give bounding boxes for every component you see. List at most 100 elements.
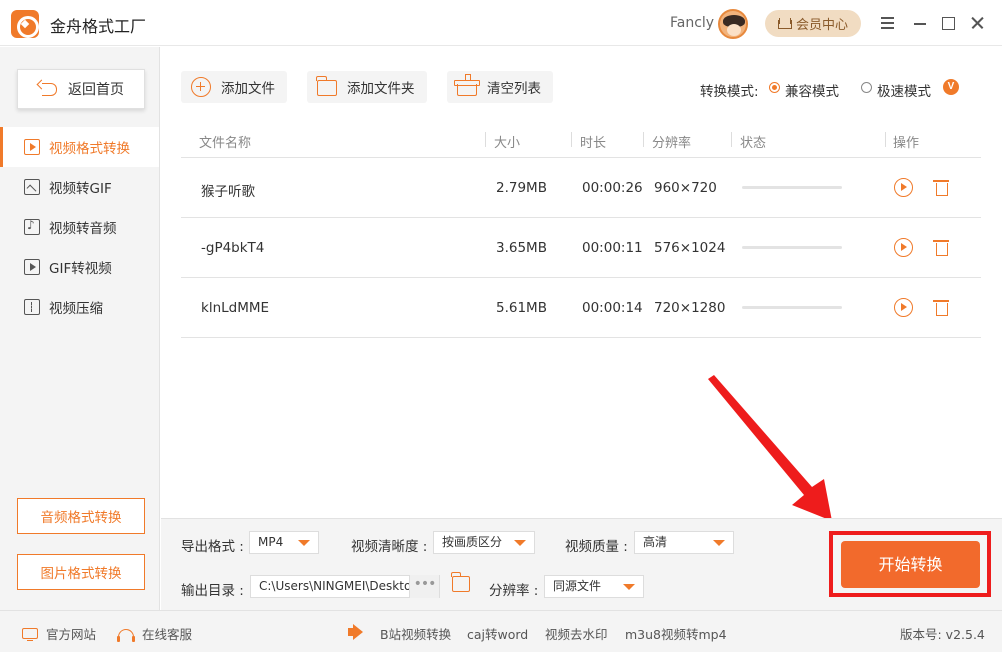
minimize-icon[interactable] (910, 13, 930, 33)
annotation-arrow (708, 375, 832, 521)
crown-icon (777, 18, 792, 30)
official-website-label: 官方网站 (46, 627, 97, 642)
clear-list-button[interactable]: 清空列表 (447, 71, 553, 103)
user-name[interactable]: Fancly (670, 15, 714, 31)
column-header-name: 文件名称 (199, 136, 252, 151)
megaphone-icon (346, 624, 366, 640)
vip-center-button[interactable]: 会员中心 (765, 10, 861, 37)
compat-mode-radio[interactable] (769, 82, 780, 93)
quality-select[interactable]: 高清 (634, 531, 734, 554)
column-divider (571, 132, 572, 147)
sidebar-item-label: 视频转GIF (49, 181, 112, 197)
headset-icon (117, 628, 135, 642)
version-label: 版本号: v2.5.4 (900, 627, 985, 642)
column-header-duration: 时长 (580, 136, 607, 151)
progress-bar (742, 246, 842, 249)
chevron-down-icon (514, 540, 526, 546)
promo-horn (346, 624, 366, 640)
format-value: MP4 (258, 535, 284, 549)
sidebar-item-video-to-audio[interactable]: 视频转音频 (0, 207, 159, 247)
browse-button[interactable]: ••• (409, 575, 439, 598)
file-duration: 00:00:11 (582, 240, 643, 256)
trash-icon[interactable] (933, 239, 950, 256)
file-name: -gP4bkT4 (201, 240, 265, 256)
chevron-down-icon (298, 540, 310, 546)
table-row[interactable]: -gP4bkT4 3.65MB 00:00:11 576×1024 (181, 218, 981, 278)
file-table-header: 文件名称 大小 时长 分辨率 状态 操作 (181, 124, 981, 158)
table-row[interactable]: klnLdMME 5.61MB 00:00:14 720×1280 (181, 278, 981, 338)
sidebar-item-gif-to-video[interactable]: GIF转视频 (0, 247, 159, 287)
add-folder-label: 添加文件夹 (347, 81, 415, 97)
start-convert-button[interactable]: 开始转换 (841, 541, 980, 588)
clarity-select[interactable]: 按画质区分 (433, 531, 535, 554)
open-folder-icon[interactable] (451, 572, 470, 592)
sidebar: 返回首页 视频格式转换 视频转GIF 视频转音频 GIF转视频 视频压缩 音频格… (0, 47, 160, 610)
back-home-button[interactable]: 返回首页 (17, 69, 145, 109)
arrow-shape (708, 375, 832, 521)
footer-link-caj[interactable]: caj转word (467, 624, 528, 643)
fast-mode-radio[interactable] (861, 82, 872, 93)
sidebar-item-video-compress[interactable]: 视频压缩 (0, 287, 159, 327)
image-convert-button[interactable]: 图片格式转换 (17, 554, 145, 590)
return-arrow-icon (38, 82, 58, 96)
resolution-select[interactable]: 同源文件 (544, 575, 644, 598)
add-folder-button[interactable]: 添加文件夹 (307, 71, 427, 103)
file-size: 5.61MB (496, 300, 547, 316)
resolution-label: 分辨率 : (489, 583, 539, 599)
play-icon[interactable] (894, 238, 913, 257)
maximize-icon[interactable] (938, 13, 958, 33)
audio-convert-button[interactable]: 音频格式转换 (17, 498, 145, 534)
fast-mode-label[interactable]: 极速模式 (877, 80, 931, 100)
column-header-resolution: 分辨率 (652, 136, 692, 151)
play-icon[interactable] (894, 178, 913, 197)
file-resolution: 576×1024 (654, 240, 726, 256)
sidebar-item-label: 视频格式转换 (49, 141, 130, 157)
column-header-size: 大小 (494, 136, 521, 151)
file-name: klnLdMME (201, 300, 270, 316)
broom-icon (454, 74, 480, 96)
video-play-icon (24, 139, 40, 155)
resolution-value: 同源文件 (553, 579, 602, 593)
add-file-label: 添加文件 (221, 81, 275, 97)
quality-value: 高清 (643, 535, 668, 549)
file-size: 2.79MB (496, 180, 547, 196)
footer-link-bilibili[interactable]: B站视频转换 (380, 624, 451, 643)
sidebar-item-label: GIF转视频 (49, 261, 112, 277)
sidebar-item-video-to-gif[interactable]: 视频转GIF (0, 167, 159, 207)
add-file-button[interactable]: 添加文件 (181, 71, 287, 103)
format-label: 导出格式 : (181, 539, 244, 555)
output-dir-value: C:\Users\NINGMEI\Deskto (259, 579, 412, 593)
app-logo-icon (11, 10, 39, 38)
official-website-link[interactable]: 官方网站 (22, 624, 96, 643)
user-avatar[interactable] (718, 9, 748, 39)
menu-icon[interactable] (878, 13, 898, 33)
file-size: 3.65MB (496, 240, 547, 256)
clarity-label: 视频清晰度 : (351, 539, 428, 555)
trash-icon[interactable] (933, 179, 950, 196)
add-circle-icon (191, 77, 211, 97)
compat-mode-label[interactable]: 兼容模式 (785, 80, 839, 100)
image-icon (24, 179, 40, 195)
footer: 官方网站 在线客服 B站视频转换 caj转word 视频去水印 m3u8视频转m… (0, 610, 1002, 652)
monitor-icon (22, 628, 38, 642)
file-name: 猴子听歌 (201, 184, 255, 200)
progress-bar (742, 306, 842, 309)
table-row[interactable]: 猴子听歌 2.79MB 00:00:26 960×720 (181, 158, 981, 218)
sidebar-item-label: 视频转音频 (49, 221, 117, 237)
clarity-value: 按画质区分 (442, 535, 503, 549)
column-divider (485, 132, 486, 147)
title-bar: 金舟格式工厂 Fancly 会员中心 (0, 0, 1002, 46)
format-select[interactable]: MP4 (249, 531, 319, 554)
footer-link-m3u8[interactable]: m3u8视频转mp4 (625, 624, 727, 643)
chevron-down-icon (713, 540, 725, 546)
play-icon[interactable] (894, 298, 913, 317)
vip-badge-icon: V (943, 79, 959, 95)
close-icon[interactable] (968, 13, 988, 33)
online-service-link[interactable]: 在线客服 (117, 624, 192, 643)
column-header-action: 操作 (893, 136, 920, 151)
vip-center-label: 会员中心 (795, 18, 848, 33)
footer-link-watermark[interactable]: 视频去水印 (545, 624, 608, 643)
trash-icon[interactable] (933, 299, 950, 316)
sidebar-item-label: 视频压缩 (49, 301, 103, 317)
sidebar-item-video-convert[interactable]: 视频格式转换 (0, 127, 159, 167)
